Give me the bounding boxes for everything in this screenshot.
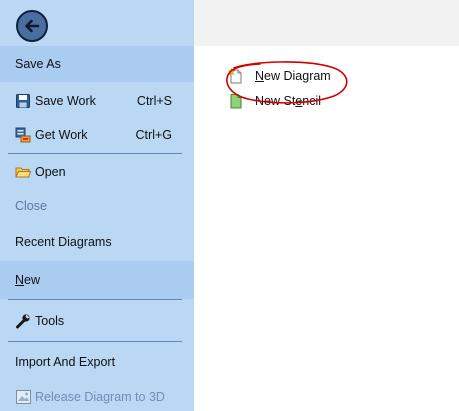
menu-item-label: Tools xyxy=(35,314,65,328)
menu-separator xyxy=(8,299,182,300)
menu-item-import-export[interactable]: Import And Export xyxy=(0,346,194,378)
red-annotation-circle xyxy=(226,61,348,104)
menu-item-label: Save Work xyxy=(35,94,96,108)
content-header-band xyxy=(194,0,459,46)
floppy-disk-icon xyxy=(15,93,31,109)
back-arrow-icon xyxy=(25,19,40,33)
label-rest: ew xyxy=(24,273,41,287)
back-button[interactable] xyxy=(16,10,48,42)
menu-item-label: Open xyxy=(35,165,66,179)
wrench-icon xyxy=(15,313,31,329)
folder-icon xyxy=(15,164,31,180)
menu-item-label: Get Work xyxy=(35,128,88,142)
menu-item-label: Release Diagram to 3D xyxy=(35,390,165,404)
menu-item-label: Recent Diagrams xyxy=(15,235,112,249)
menu-item-label: Close xyxy=(15,199,47,213)
picture-icon xyxy=(15,389,31,405)
menu-item-new[interactable]: New xyxy=(0,261,194,299)
menu-item-tools[interactable]: Tools xyxy=(0,305,194,337)
menu-separator xyxy=(8,153,182,154)
file-menu-sidebar: Save As Save Work Ctrl+S Get Work Ctrl+G xyxy=(0,0,194,411)
menu-item-close[interactable]: Close xyxy=(0,191,194,221)
shortcut-label: Ctrl+G xyxy=(135,128,172,142)
mnemonic-letter: N xyxy=(15,273,25,287)
menu-item-save-as[interactable]: Save As xyxy=(0,46,194,82)
menu-item-release-3d[interactable]: Release Diagram to 3D xyxy=(0,382,194,411)
menu-item-label: Import And Export xyxy=(15,355,116,369)
shortcut-label: Ctrl+S xyxy=(136,94,172,108)
menu-separator xyxy=(8,341,182,342)
menu-item-label: New xyxy=(15,273,40,287)
server-download-icon xyxy=(15,127,31,143)
menu-item-recent-diagrams[interactable]: Recent Diagrams xyxy=(0,226,194,258)
menu-item-open[interactable]: Open xyxy=(0,157,194,187)
menu-item-label: Save As xyxy=(15,57,61,71)
menu-item-save-work[interactable]: Save Work Ctrl+S xyxy=(0,86,194,116)
menu-item-get-work[interactable]: Get Work Ctrl+G xyxy=(0,120,194,150)
